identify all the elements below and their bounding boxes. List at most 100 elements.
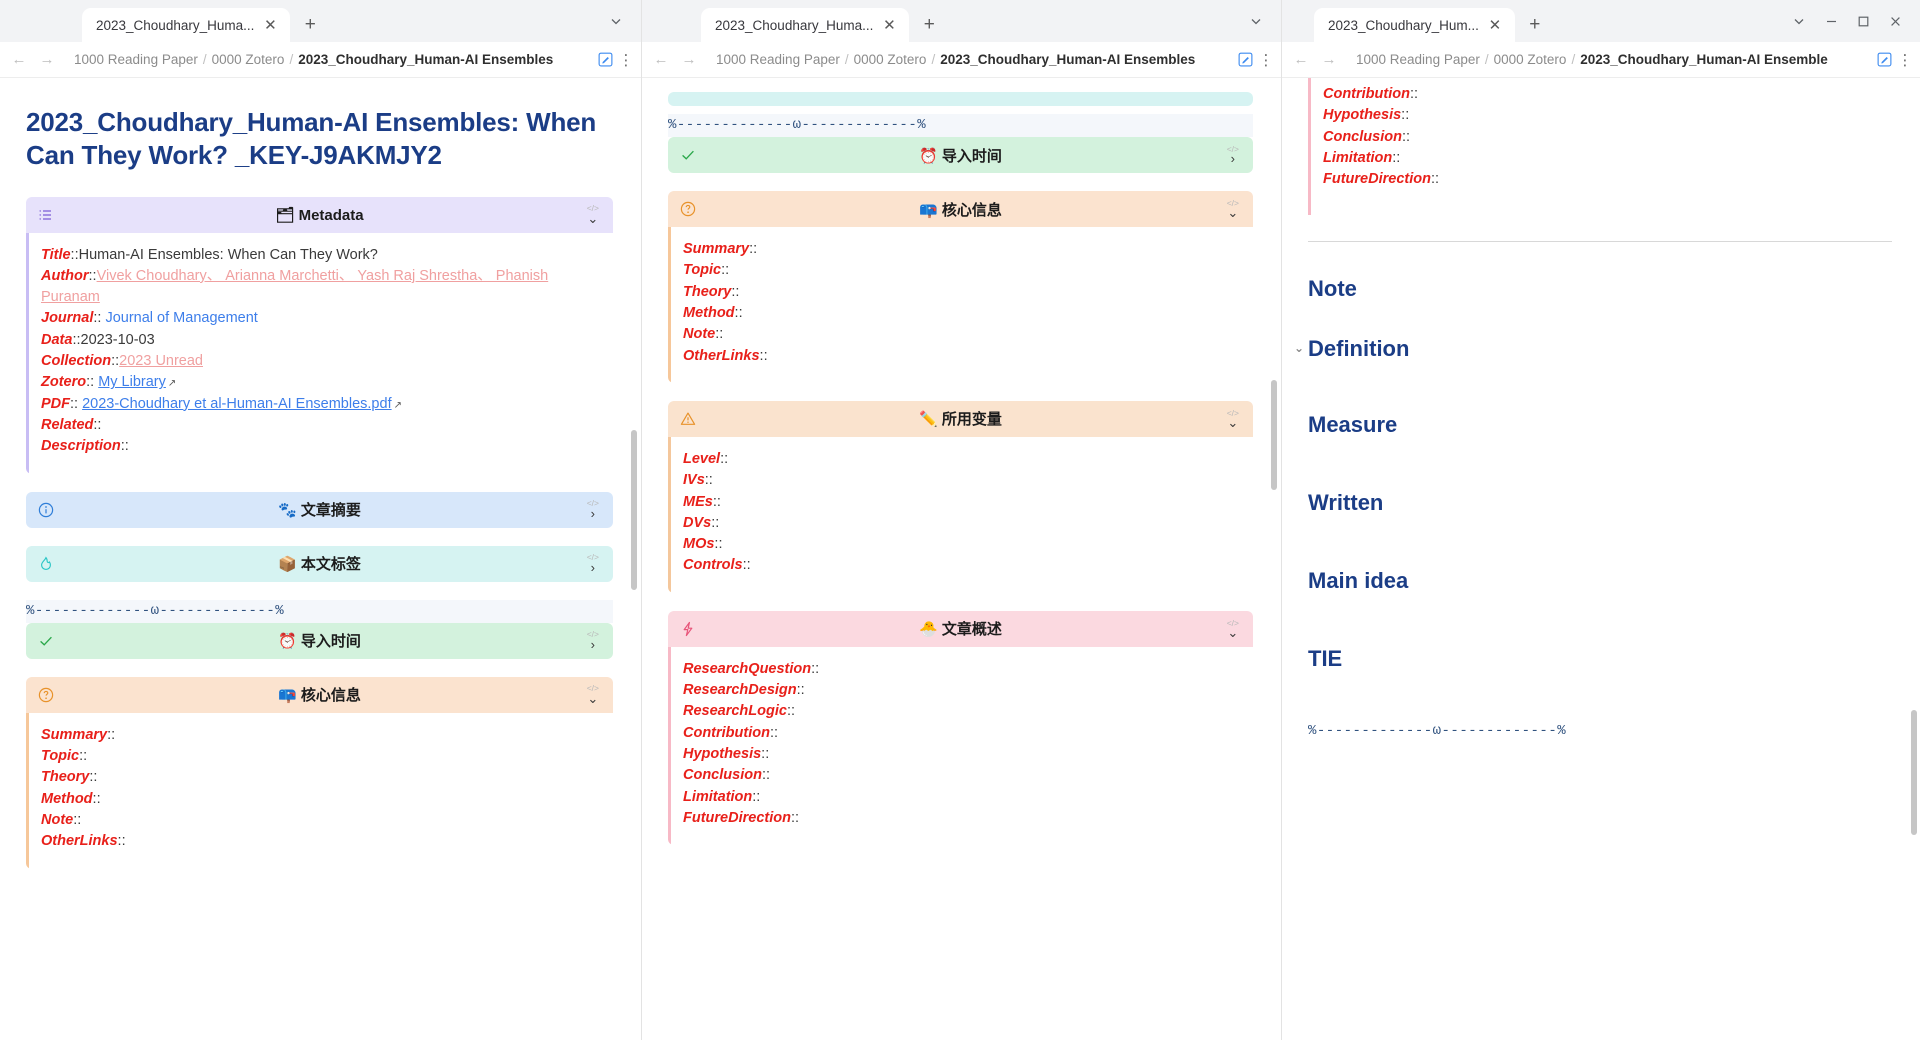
callout-overview[interactable]: 🐣 文章概述 </> ⌄ ResearchQuestion:: Research…: [668, 610, 1253, 846]
callout-variables-header[interactable]: ✏️ 所用变量 </> ⌄: [668, 400, 1253, 437]
variable-sep: ::: [712, 493, 721, 510]
vertical-scrollbar-3[interactable]: [1911, 710, 1917, 835]
chevron-down-icon[interactable]: ⌄: [587, 212, 598, 225]
back-arrow-icon[interactable]: ←: [6, 47, 32, 73]
breadcrumb-folder[interactable]: 0000 Zotero: [212, 52, 285, 67]
callout-metadata-header[interactable]: 🗂 Metadata </> ⌄: [26, 196, 613, 233]
callout-fold-toggle[interactable]: </> ⌄: [1227, 618, 1239, 639]
callout-tags-header[interactable]: 📦 本文标签 </> ›: [26, 545, 613, 582]
forward-arrow-icon[interactable]: →: [1316, 47, 1342, 73]
chevron-down-icon[interactable]: ⌄: [1294, 341, 1304, 355]
tab-note-3[interactable]: 2023_Choudhary_Hum... ✕: [1314, 8, 1515, 42]
callout-tags-partial[interactable]: [668, 92, 1253, 106]
callout-fold-toggle[interactable]: </> ⌄: [1227, 409, 1239, 430]
breadcrumb-current: 2023_Choudhary_Human-AI Ensembles: [940, 52, 1196, 67]
callout-tags[interactable]: 📦 本文标签 </> ›: [26, 545, 613, 582]
callout-fold-toggle[interactable]: </> ›: [587, 499, 599, 520]
overview-row: FutureDirection::: [1323, 169, 1878, 190]
callout-import-time-header[interactable]: ⏰ 导入时间 </> ›: [26, 622, 613, 659]
callout-core-info-header[interactable]: 📪 核心信息 </> ⌄: [668, 191, 1253, 227]
core-row: Theory::: [41, 767, 599, 788]
close-icon[interactable]: ✕: [260, 15, 280, 35]
edit-pencil-icon[interactable]: [598, 52, 613, 67]
callout-import-time[interactable]: ⏰ 导入时间 </> ›: [26, 622, 613, 659]
callout-abstract-header[interactable]: 🐾 文章摘要 </> ›: [26, 491, 613, 528]
minimize-icon[interactable]: [1816, 6, 1846, 36]
callout-fold-toggle[interactable]: </> ›: [587, 553, 599, 574]
metadata-value[interactable]: 2023-Choudhary et al-Human-AI Ensembles.…: [82, 396, 392, 412]
breadcrumb-folder[interactable]: 0000 Zotero: [854, 52, 927, 67]
new-tab-icon[interactable]: +: [914, 10, 944, 40]
callout-metadata[interactable]: 🗂 Metadata </> ⌄ Title::Human-AI Ensembl…: [26, 196, 613, 474]
forward-arrow-icon[interactable]: →: [676, 47, 702, 73]
callout-tags-title: 📦 本文标签: [278, 556, 361, 574]
chevron-down-icon[interactable]: ⌄: [1227, 206, 1238, 219]
vertical-scrollbar-2[interactable]: [1271, 380, 1277, 490]
metadata-value[interactable]: 2023 Unread: [119, 353, 203, 369]
back-arrow-icon[interactable]: ←: [648, 47, 674, 73]
chevron-right-icon[interactable]: ›: [591, 507, 595, 520]
callout-overview-header[interactable]: 🐣 文章概述 </> ⌄: [668, 610, 1253, 647]
note-body-3[interactable]: Contribution:: Hypothesis:: Conclusion::…: [1282, 78, 1920, 1040]
core-key: OtherLinks: [41, 833, 118, 850]
callout-abstract[interactable]: 🐾 文章摘要 </> ›: [26, 491, 613, 528]
chevron-down-icon[interactable]: ⌄: [587, 692, 598, 705]
kebab-menu-icon[interactable]: ⋮: [1898, 51, 1913, 69]
core-key: Method: [41, 790, 93, 807]
note-body-1[interactable]: 2023_Choudhary_Human-AI Ensembles: When …: [0, 78, 641, 1040]
metadata-value[interactable]: Journal of Management: [105, 310, 257, 326]
metadata-key: Journal: [41, 310, 94, 327]
metadata-value[interactable]: Vivek Choudhary、 Arianna Marchetti、 Yash…: [41, 268, 548, 305]
breadcrumb-root[interactable]: 1000 Reading Paper: [716, 52, 840, 67]
overview-row: ResearchQuestion::: [683, 659, 1239, 680]
callout-variables[interactable]: ✏️ 所用变量 </> ⌄ Level:: IVs:: MEs:: DVs:: …: [668, 400, 1253, 593]
chevron-down-icon[interactable]: ⌄: [1227, 626, 1238, 639]
callout-fold-toggle[interactable]: </> ›: [1227, 145, 1239, 166]
callout-fold-toggle[interactable]: </> ⌄: [1227, 199, 1239, 220]
chevron-down-icon[interactable]: ⌄: [1227, 416, 1238, 429]
breadcrumb-root[interactable]: 1000 Reading Paper: [74, 52, 198, 67]
breadcrumb-separator: /: [844, 52, 849, 67]
overview-sep: ::: [1409, 86, 1419, 102]
callout-import-time[interactable]: ⏰ 导入时间 </> ›: [668, 137, 1253, 173]
callout-core-info[interactable]: 📪 核心信息 </> ⌄ Summary:: Topic:: Theory:: …: [668, 191, 1253, 383]
edit-pencil-icon[interactable]: [1238, 52, 1253, 67]
kebab-menu-icon[interactable]: ⋮: [1259, 51, 1274, 69]
overview-sep: ::: [752, 788, 761, 805]
callout-fold-toggle[interactable]: </> ⌄: [587, 684, 599, 705]
breadcrumb-folder[interactable]: 0000 Zotero: [1494, 52, 1567, 67]
kebab-menu-icon[interactable]: ⋮: [619, 51, 634, 69]
close-icon[interactable]: ✕: [879, 15, 899, 35]
core-row: Note::: [683, 324, 1239, 345]
chevron-right-icon[interactable]: ›: [591, 561, 595, 574]
tab-note-2[interactable]: 2023_Choudhary_Huma... ✕: [701, 8, 910, 42]
maximize-icon[interactable]: [1848, 6, 1878, 36]
chevron-right-icon[interactable]: ›: [1231, 152, 1235, 165]
metadata-value[interactable]: My Library: [98, 374, 166, 390]
tabstrip-controls-1: [601, 0, 637, 42]
callout-core-info[interactable]: 📪 核心信息 </> ⌄ Summary:: Topic:: Theory:: …: [26, 676, 613, 869]
tab-note-1[interactable]: 2023_Choudhary_Huma... ✕: [82, 8, 291, 42]
callout-core-info-header[interactable]: 📪 核心信息 </> ⌄: [26, 676, 613, 713]
callout-fold-toggle[interactable]: </> ⌄: [587, 204, 599, 225]
variable-key: DVs: [683, 514, 712, 531]
metadata-sep: ::: [72, 331, 81, 348]
forward-arrow-icon[interactable]: →: [34, 47, 60, 73]
window-close-icon[interactable]: [1880, 6, 1910, 36]
close-icon[interactable]: ✕: [1485, 15, 1505, 35]
edit-pencil-icon[interactable]: [1877, 52, 1892, 67]
chevron-down-icon[interactable]: [601, 6, 631, 36]
chevron-right-icon[interactable]: ›: [591, 638, 595, 651]
breadcrumb-separator: /: [1571, 52, 1576, 67]
callout-tags-header-partial[interactable]: [668, 92, 1253, 106]
breadcrumb-root[interactable]: 1000 Reading Paper: [1356, 52, 1480, 67]
back-arrow-icon[interactable]: ←: [1288, 47, 1314, 73]
callout-fold-toggle[interactable]: </> ›: [587, 630, 599, 651]
chevron-down-icon[interactable]: [1784, 6, 1814, 36]
new-tab-icon[interactable]: +: [1520, 10, 1550, 40]
new-tab-icon[interactable]: +: [295, 10, 325, 40]
chevron-down-icon[interactable]: [1241, 6, 1271, 36]
callout-import-time-header[interactable]: ⏰ 导入时间 </> ›: [668, 137, 1253, 173]
note-body-2[interactable]: %-------------ω-------------% ⏰ 导入时间 </>…: [642, 78, 1281, 1040]
vertical-scrollbar-1[interactable]: [631, 430, 637, 590]
